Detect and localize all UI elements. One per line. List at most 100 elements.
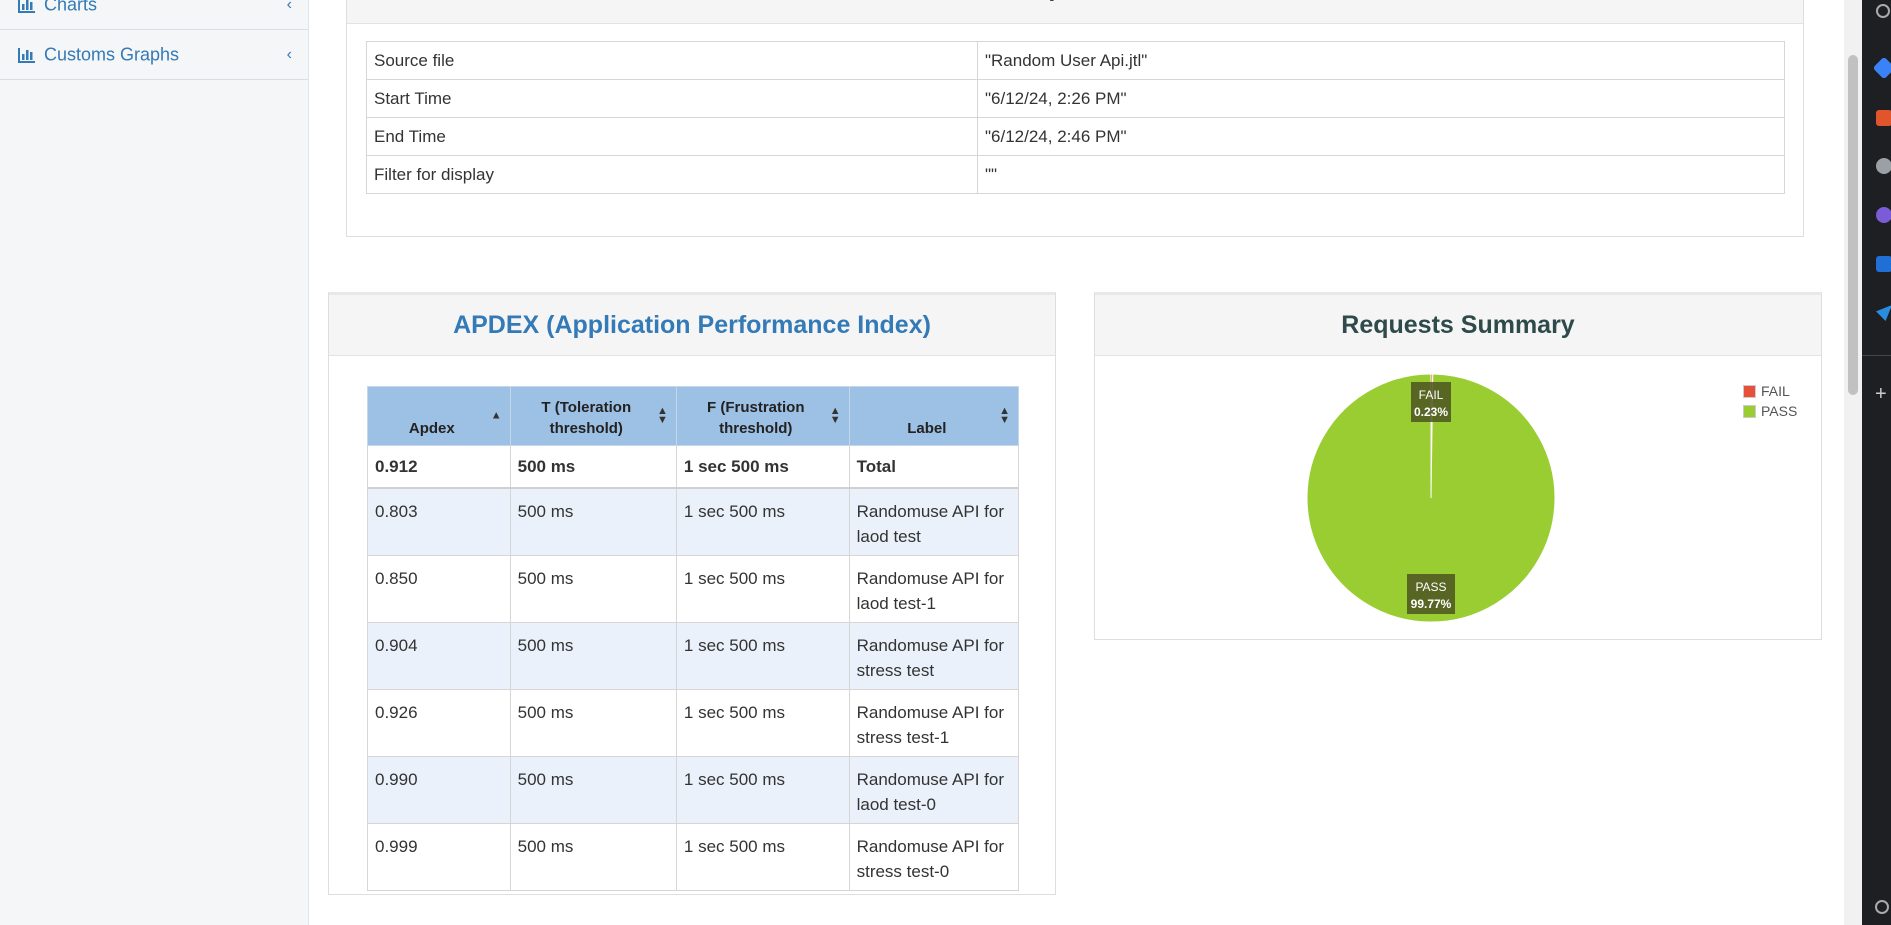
- cell: 500 ms: [509, 555, 677, 623]
- bar-chart-icon: [18, 0, 35, 13]
- legend-swatch: [1743, 404, 1756, 418]
- copilot-icon[interactable]: [1872, 56, 1891, 80]
- legend-swatch: [1743, 384, 1756, 398]
- cell: Randomuse API for stress test-1: [848, 689, 1020, 757]
- data-label-pass: PASS 99.77%: [1407, 574, 1455, 614]
- data-label-value: 0.23%: [1414, 405, 1448, 419]
- table-row: 0.999 500 ms 1 sec 500 ms Randomuse API …: [367, 823, 1020, 891]
- column-header-label: Label: [907, 420, 947, 437]
- apdex-panel: APDEX (Application Performance Index) Ap…: [328, 292, 1056, 895]
- cell: 1 sec 500 ms: [675, 622, 850, 690]
- cell: Randomuse API for laod test-1: [848, 555, 1020, 623]
- cell: 0.912: [367, 445, 511, 489]
- gear-icon[interactable]: [1875, 900, 1889, 914]
- scrollbar-thumb[interactable]: [1848, 55, 1858, 395]
- sidebar-item-customs-graphs[interactable]: Customs Graphs ‹: [0, 30, 308, 80]
- sort-ascending-icon: ▲: [490, 409, 502, 422]
- people-icon[interactable]: [1876, 158, 1891, 174]
- cell: 1 sec 500 ms: [675, 823, 850, 891]
- sidebar-item-charts[interactable]: Charts ‹: [0, 0, 308, 30]
- column-header-label: F (Frustration threshold): [707, 399, 805, 437]
- column-header-label: T (Toleration threshold): [541, 399, 632, 437]
- cell: 1 sec 500 ms: [675, 445, 850, 489]
- cell: 500 ms: [509, 756, 677, 824]
- chart-legend: FAIL PASS: [1743, 381, 1797, 421]
- cell: 0.904: [367, 622, 511, 690]
- info-value: "6/12/24, 2:26 PM": [977, 79, 1785, 118]
- table-row-total: 0.912 500 ms 1 sec 500 ms Total: [367, 445, 1020, 489]
- bar-chart-icon: [18, 47, 35, 63]
- requests-summary-panel: Requests Summary FAIL 0.23% PASS 99.77% FAI…: [1094, 292, 1822, 640]
- shopping-icon[interactable]: [1876, 110, 1891, 126]
- cell: 500 ms: [509, 622, 677, 690]
- sidebar: Charts ‹ Customs Graphs ‹: [0, 0, 309, 925]
- legend-label: PASS: [1761, 403, 1798, 419]
- column-header-label-col[interactable]: Label ▲ ▼: [848, 386, 1020, 446]
- table-row: 0.803 500 ms 1 sec 500 ms Randomuse API …: [367, 487, 1020, 556]
- outlook-icon[interactable]: [1876, 256, 1891, 272]
- data-label-name: PASS: [1415, 580, 1446, 594]
- cell: Randomuse API for stress test-0: [848, 823, 1020, 891]
- cell: 1 sec 500 ms: [675, 756, 850, 824]
- chevron-left-icon: ‹: [286, 0, 292, 13]
- data-label-value: 99.77%: [1411, 597, 1452, 611]
- table-row: 0.990 500 ms 1 sec 500 ms Randomuse API …: [367, 756, 1020, 824]
- legend-item-fail[interactable]: FAIL: [1743, 381, 1797, 401]
- cell: Randomuse API for stress test: [848, 622, 1020, 690]
- search-icon[interactable]: [1876, 4, 1890, 18]
- table-row: End Time "6/12/24, 2:46 PM": [366, 117, 1785, 156]
- cell: 500 ms: [509, 689, 677, 757]
- sort-icon: ▲ ▼: [657, 405, 668, 426]
- sort-icon: ▲ ▼: [829, 405, 841, 426]
- table-row: Start Time "6/12/24, 2:26 PM": [366, 79, 1785, 118]
- cell: 0.999: [367, 823, 511, 891]
- sidebar-item-label: Customs Graphs: [44, 44, 180, 64]
- legend-label: FAIL: [1761, 383, 1790, 399]
- data-label-fail: FAIL 0.23%: [1411, 382, 1451, 422]
- column-header-label: Apdex: [408, 420, 455, 437]
- column-header-frustration[interactable]: F (Frustration threshold) ▲ ▼: [675, 386, 850, 446]
- pie-chart: FAIL 0.23% PASS 99.77%: [1306, 373, 1556, 623]
- chevron-left-icon: ‹: [286, 45, 292, 63]
- info-value: "6/12/24, 2:46 PM": [977, 117, 1785, 156]
- info-table: Source file "Random User Api.jtl" Start …: [366, 41, 1785, 194]
- table-row: Filter for display "": [366, 155, 1785, 194]
- cell: 0.850: [367, 555, 511, 623]
- apdex-table: Apdex ▲ T (Toleration threshold) ▲ ▼ F (Fru…: [367, 386, 1020, 891]
- info-key: Filter for display: [366, 155, 978, 194]
- browser-side-rail: +: [1862, 0, 1891, 925]
- cell: 0.926: [367, 689, 511, 757]
- cell: Randomuse API for laod test: [848, 487, 1020, 556]
- table-row: 0.850 500 ms 1 sec 500 ms Randomuse API …: [367, 555, 1020, 623]
- send-icon[interactable]: [1876, 305, 1891, 321]
- info-panel-title: Test and Report information: [347, 0, 1803, 24]
- sidebar-item-label: Charts: [44, 0, 98, 14]
- cell: 1 sec 500 ms: [675, 555, 850, 623]
- cell: Total: [848, 445, 1020, 489]
- info-key: Start Time: [366, 79, 978, 118]
- legend-item-pass[interactable]: PASS: [1743, 401, 1797, 421]
- apdex-title: APDEX (Application Performance Index): [329, 295, 1055, 356]
- cell: Randomuse API for laod test-0: [848, 756, 1020, 824]
- info-value: "Random User Api.jtl": [977, 41, 1785, 80]
- sort-icon: ▲ ▼: [999, 405, 1010, 426]
- cell: 500 ms: [509, 487, 677, 556]
- cell: 500 ms: [509, 445, 677, 489]
- table-row: Source file "Random User Api.jtl": [366, 41, 1785, 80]
- cell: 1 sec 500 ms: [675, 689, 850, 757]
- cell: 0.803: [367, 487, 511, 556]
- office-icon[interactable]: [1876, 207, 1891, 223]
- info-key: End Time: [366, 117, 978, 156]
- column-header-toleration[interactable]: T (Toleration threshold) ▲ ▼: [509, 386, 677, 446]
- add-icon[interactable]: +: [1875, 384, 1887, 404]
- info-key: Source file: [366, 41, 978, 80]
- data-label-name: FAIL: [1419, 388, 1444, 402]
- column-header-apdex[interactable]: Apdex ▲: [367, 386, 511, 446]
- divider: [1862, 355, 1891, 356]
- cell: 0.990: [367, 756, 511, 824]
- cell: 500 ms: [509, 823, 677, 891]
- cell: 1 sec 500 ms: [675, 487, 850, 556]
- info-value: "": [977, 155, 1785, 194]
- table-row: 0.926 500 ms 1 sec 500 ms Randomuse API …: [367, 689, 1020, 757]
- info-panel: Test and Report information Source file …: [346, 0, 1804, 237]
